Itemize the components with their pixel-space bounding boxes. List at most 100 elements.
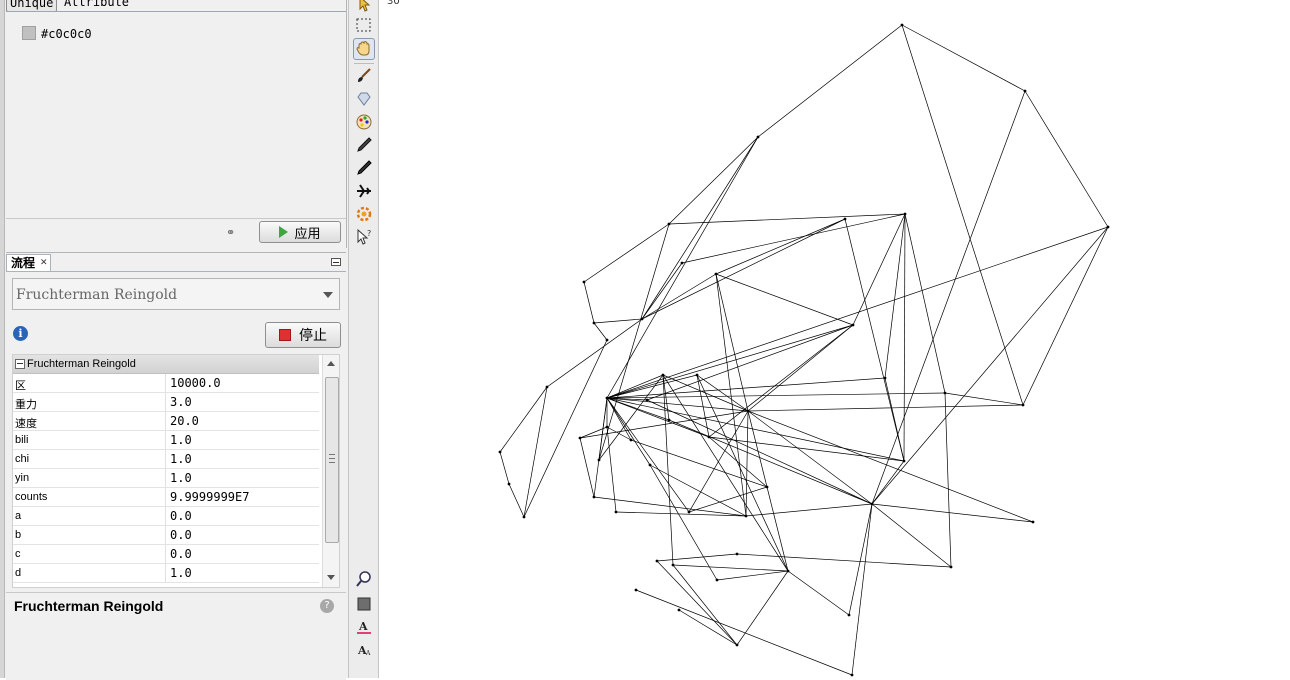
property-row[interactable]: d 1.0 — [13, 564, 319, 583]
property-value-field[interactable]: 0.0 — [165, 545, 192, 563]
cursor-icon[interactable] — [355, 0, 373, 14]
graph-node[interactable] — [592, 495, 596, 499]
tab-layout[interactable]: 流程 ✕ — [6, 254, 51, 271]
graph-node[interactable] — [592, 321, 596, 325]
property-row[interactable]: a 0.0 — [13, 507, 319, 526]
graph-node[interactable] — [786, 569, 790, 573]
graph-node[interactable] — [746, 409, 750, 413]
apply-button[interactable]: 应用 — [259, 221, 341, 243]
graph-node[interactable] — [870, 502, 874, 506]
graph-node[interactable] — [640, 317, 644, 321]
info-icon[interactable]: i — [13, 326, 28, 341]
graph-node[interactable] — [545, 385, 549, 389]
property-value-field[interactable]: 3.0 — [165, 393, 192, 411]
property-row[interactable]: bili 1.0 — [13, 431, 319, 450]
graph-node[interactable] — [695, 373, 699, 377]
graph-node[interactable] — [851, 323, 855, 327]
graph-node[interactable] — [765, 485, 769, 489]
painter-palette-icon[interactable] — [355, 113, 373, 131]
graph-node[interactable] — [597, 458, 601, 462]
graph-node[interactable] — [735, 643, 739, 647]
graph-node[interactable] — [629, 438, 633, 442]
graph-node[interactable] — [902, 459, 906, 463]
link-icon[interactable]: ⚭ — [226, 226, 235, 239]
graph-node[interactable] — [715, 578, 719, 582]
graph-node[interactable] — [605, 338, 609, 342]
graph-node[interactable] — [903, 212, 907, 216]
property-value-field[interactable]: 9.9999999E7 — [165, 488, 249, 506]
property-value-field[interactable]: 20.0 — [165, 412, 199, 430]
graph-node[interactable] — [605, 425, 609, 429]
stop-button[interactable]: 停止 — [265, 322, 341, 348]
heatmap-icon[interactable] — [355, 205, 373, 223]
graph-node[interactable] — [655, 559, 659, 563]
scrollbar-thumb[interactable] — [325, 377, 339, 543]
graph-node[interactable] — [1031, 520, 1035, 524]
collapse-icon[interactable] — [15, 359, 25, 369]
property-value-field[interactable]: 10000.0 — [165, 374, 221, 392]
property-value-field[interactable]: 1.0 — [165, 564, 192, 582]
graph-node[interactable] — [850, 673, 854, 677]
property-value-field[interactable]: 1.0 — [165, 431, 192, 449]
graph-node[interactable] — [634, 588, 638, 592]
graph-node[interactable] — [883, 376, 887, 380]
close-icon[interactable]: ✕ — [40, 255, 48, 272]
drag-hand-icon[interactable] — [353, 38, 375, 60]
font-size-icon[interactable]: AA — [355, 641, 373, 659]
graph-node[interactable] — [522, 515, 526, 519]
graph-node[interactable] — [756, 135, 760, 139]
graph-node[interactable] — [707, 435, 711, 439]
graph-node[interactable] — [582, 280, 586, 284]
color-swatch[interactable] — [22, 26, 36, 40]
property-row[interactable]: counts 9.9999999E7 — [13, 488, 319, 507]
graph-node[interactable] — [648, 463, 652, 467]
graph-node[interactable] — [949, 565, 953, 569]
graph-node[interactable] — [645, 398, 649, 402]
help-icon[interactable]: ? — [320, 599, 334, 613]
graph-node[interactable] — [687, 510, 691, 514]
shortest-path-icon[interactable]: ? — [355, 228, 373, 246]
graph-node[interactable] — [507, 482, 511, 486]
property-scrollbar[interactable] — [322, 355, 339, 587]
minimize-icon[interactable] — [331, 258, 341, 266]
graph-node[interactable] — [900, 23, 904, 27]
diamond-icon[interactable] — [355, 90, 373, 108]
graph-node[interactable] — [671, 563, 675, 567]
background-color-icon[interactable] — [355, 595, 373, 613]
graph-node[interactable] — [744, 514, 748, 518]
property-row[interactable]: c 0.0 — [13, 545, 319, 564]
edge-pencil-icon[interactable] — [355, 159, 373, 177]
network-graph[interactable] — [379, 0, 1290, 678]
property-row[interactable]: 速度 20.0 — [13, 412, 319, 431]
graph-node[interactable] — [605, 396, 609, 400]
scroll-up-icon[interactable] — [327, 361, 335, 366]
property-value-field[interactable]: 1.0 — [165, 469, 192, 487]
graph-node[interactable] — [847, 613, 851, 617]
graph-node[interactable] — [714, 272, 718, 276]
graph-node[interactable] — [661, 373, 665, 377]
graph-node[interactable] — [735, 552, 739, 556]
graph-node[interactable] — [578, 436, 582, 440]
property-row[interactable]: 区 10000.0 — [13, 374, 319, 393]
graph-node[interactable] — [1106, 225, 1110, 229]
graph-node[interactable] — [1021, 403, 1025, 407]
graph-node[interactable] — [498, 450, 502, 454]
layout-algorithm-select[interactable]: Fruchterman Reingold — [12, 278, 340, 310]
property-value-field[interactable]: 0.0 — [165, 526, 192, 544]
property-section-header[interactable]: Fruchterman Reingold — [13, 355, 319, 374]
graph-node[interactable] — [1023, 89, 1027, 93]
brush-icon[interactable] — [355, 67, 373, 85]
graph-node[interactable] — [614, 510, 618, 514]
graph-node[interactable] — [680, 261, 684, 265]
property-row[interactable]: yin 1.0 — [13, 469, 319, 488]
graph-node[interactable] — [943, 391, 947, 395]
font-color-icon[interactable]: A — [355, 618, 373, 636]
graph-node[interactable] — [677, 608, 681, 612]
graph-canvas[interactable]: 30 — [379, 0, 1290, 678]
property-row[interactable]: b 0.0 — [13, 526, 319, 545]
graph-node[interactable] — [843, 217, 847, 221]
airplane-icon[interactable] — [355, 182, 373, 200]
pencil-icon[interactable] — [355, 136, 373, 154]
scroll-down-icon[interactable] — [327, 575, 335, 580]
property-row[interactable]: 重力 3.0 — [13, 393, 319, 412]
